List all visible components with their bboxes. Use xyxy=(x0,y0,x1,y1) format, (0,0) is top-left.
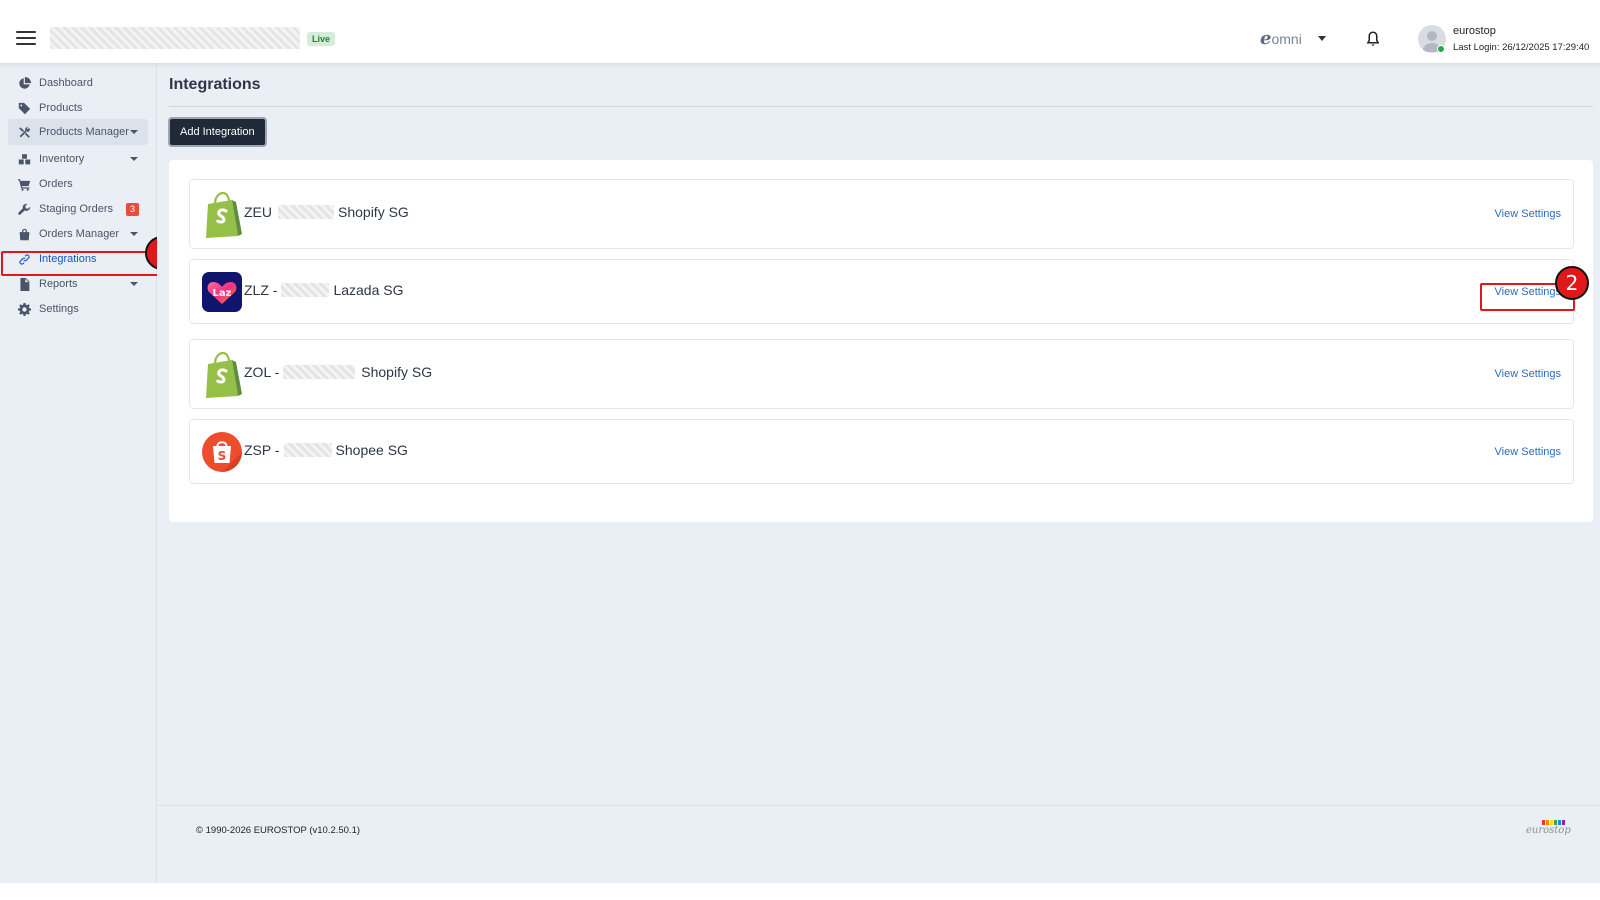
bell-icon[interactable] xyxy=(1365,30,1381,48)
integration-code: ZEU xyxy=(244,204,272,220)
sidebar-item-label: Reports xyxy=(39,278,78,290)
integration-row: Laz ZLZ - Lazada SG View Settings xyxy=(189,259,1574,324)
add-integration-button[interactable]: Add Integration xyxy=(168,117,267,147)
integration-code: ZSP - xyxy=(244,442,280,458)
annotation-highlight-integrations xyxy=(1,251,164,276)
integration-channel: Shopify SG xyxy=(361,364,433,380)
footer-copyright: © 1990-2026 EUROSTOP (v10.2.50.1) xyxy=(196,825,361,836)
shopify-logo-icon xyxy=(202,351,242,398)
brand-selector[interactable]: eomni xyxy=(1260,29,1302,49)
chevron-down-icon xyxy=(130,157,138,161)
sidebar-item-label: Products Manager xyxy=(39,126,129,138)
file-icon xyxy=(17,277,31,291)
integration-name: ZOL - Shopify SG xyxy=(244,364,432,380)
integration-channel: Lazada SG xyxy=(333,282,404,298)
svg-text:S: S xyxy=(218,449,227,463)
chevron-down-icon[interactable] xyxy=(1318,36,1326,41)
redacted-text xyxy=(281,283,330,297)
view-settings-link[interactable]: View Settings xyxy=(1495,446,1561,458)
redacted-text xyxy=(278,205,334,219)
sidebar-item-label: Dashboard xyxy=(39,77,93,89)
gear-icon xyxy=(17,302,31,316)
redacted-text xyxy=(283,365,356,379)
integration-name: ZLZ - Lazada SG xyxy=(244,282,404,298)
store-name-redacted xyxy=(50,27,300,49)
integration-channel: Shopify SG xyxy=(338,204,409,220)
chart-pie-icon xyxy=(17,76,31,90)
bag-icon xyxy=(17,227,31,241)
integration-row: ZOL - Shopify SG View Settings xyxy=(189,339,1574,409)
brand-logo-mark: e xyxy=(1260,28,1272,49)
sidebar-item-label: Orders Manager xyxy=(39,228,120,240)
sidebar-item-orders-manager[interactable]: Orders Manager xyxy=(8,222,148,246)
integrations-card: ZEU Shopify SG View Settings Laz ZLZ - L… xyxy=(169,160,1593,522)
hamburger-menu-icon[interactable] xyxy=(16,31,36,45)
sidebar-item-label: Products xyxy=(39,102,83,114)
integration-row: S ZSP - Shopee SG View Settings xyxy=(189,419,1574,484)
wrench-icon xyxy=(17,202,31,216)
main-content: Integrations Add Integration ZEU Shopify… xyxy=(157,63,1600,883)
logo-word: eurostop xyxy=(1526,825,1571,836)
integration-code: ZOL - xyxy=(244,364,280,380)
sidebar-item-orders[interactable]: Orders xyxy=(8,172,148,196)
page-title: Integrations xyxy=(169,76,261,93)
sidebar-item-products[interactable]: Products xyxy=(8,96,148,120)
tag-icon xyxy=(17,101,31,115)
sidebar-item-label: Orders xyxy=(39,178,73,190)
redacted-text xyxy=(283,443,332,457)
chevron-down-icon xyxy=(130,232,138,236)
integration-code: ZLZ - xyxy=(244,282,278,298)
chevron-down-icon xyxy=(130,130,138,134)
sidebar: Dashboard Products Products Manager Inve… xyxy=(0,63,157,883)
integration-name: ZSP - Shopee SG xyxy=(244,442,408,458)
shopee-logo-icon: S xyxy=(202,432,242,472)
brand-name: omni xyxy=(1271,31,1302,47)
top-bar: Live eomni eurostop Last Login: 26/12/20… xyxy=(0,0,1600,63)
integration-row: ZEU Shopify SG View Settings xyxy=(189,179,1574,249)
sidebar-item-label: Staging Orders xyxy=(39,203,113,215)
live-badge: Live xyxy=(307,32,336,46)
chevron-down-icon xyxy=(130,282,138,286)
sidebar-item-settings[interactable]: Settings xyxy=(8,297,148,321)
title-divider xyxy=(169,106,1593,107)
staging-orders-count-badge: 3 xyxy=(125,202,139,216)
integration-name: ZEU Shopify SG xyxy=(244,204,409,220)
integration-channel: Shopee SG xyxy=(335,442,408,458)
sidebar-item-staging-orders[interactable]: Staging Orders 3 xyxy=(8,197,148,221)
lazada-logo-icon: Laz xyxy=(202,272,242,312)
footer-divider xyxy=(157,805,1600,806)
eurostop-logo: eurostop xyxy=(1526,820,1571,840)
shopify-logo-icon xyxy=(202,191,242,238)
sidebar-item-inventory[interactable]: Inventory xyxy=(8,147,148,171)
svg-text:Laz: Laz xyxy=(213,288,232,299)
last-login-text: Last Login: 26/12/2025 17:29:40 xyxy=(1453,42,1590,53)
tools-icon xyxy=(17,125,31,139)
sidebar-item-label: Inventory xyxy=(39,153,85,165)
user-name: eurostop xyxy=(1453,25,1496,37)
online-status-dot xyxy=(1437,45,1445,53)
bottom-strip xyxy=(0,883,1600,900)
sidebar-item-products-manager[interactable]: Products Manager xyxy=(8,119,148,145)
annotation-step-2: 2 xyxy=(1555,266,1589,300)
sidebar-item-label: Settings xyxy=(39,303,79,315)
view-settings-link[interactable]: View Settings xyxy=(1495,208,1561,220)
boxes-icon xyxy=(17,152,31,166)
cart-icon xyxy=(17,177,31,191)
sidebar-item-dashboard[interactable]: Dashboard xyxy=(8,71,148,95)
view-settings-link[interactable]: View Settings xyxy=(1495,368,1561,380)
